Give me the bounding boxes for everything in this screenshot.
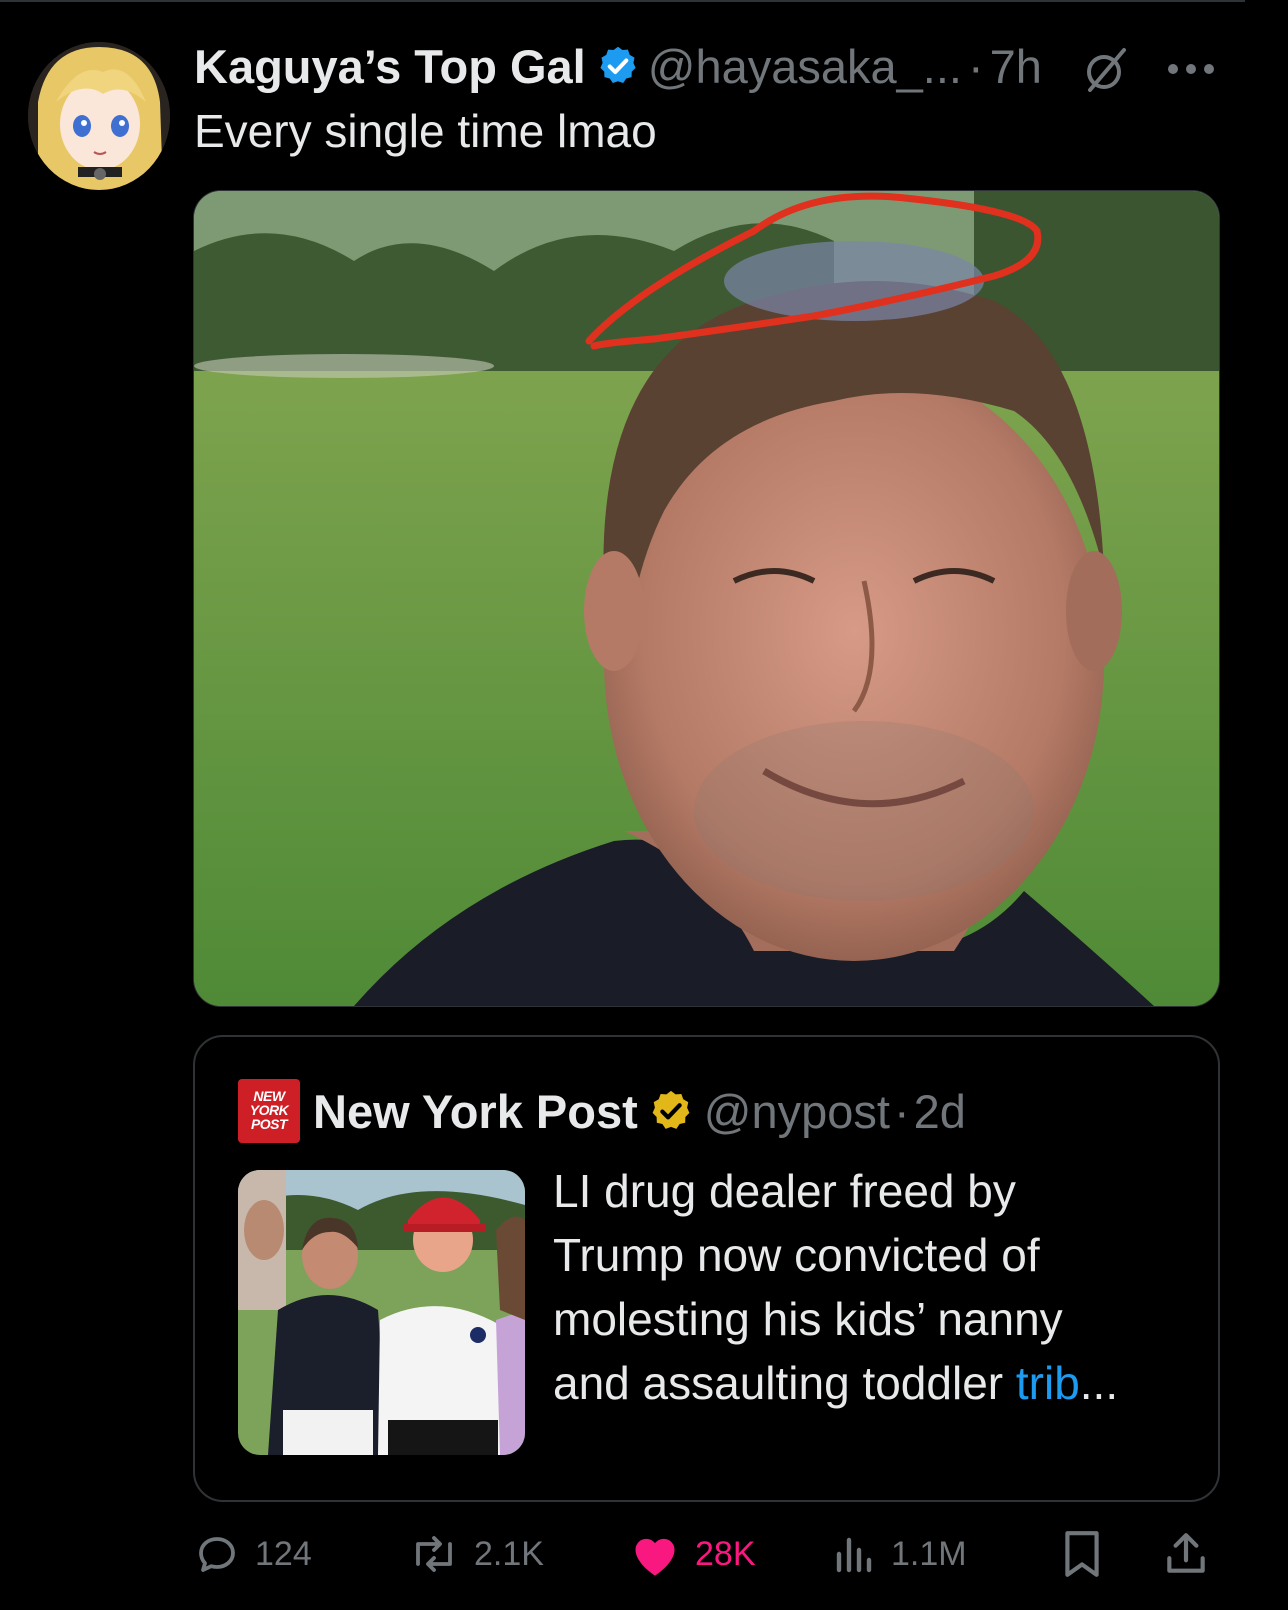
quoted-headline[interactable]: LI drug dealer freed by Trump now convic… [553,1159,1193,1415]
quoted-tweet[interactable]: NEW YORK POST New York Post @nypost · 2d [193,1035,1220,1502]
author-name[interactable]: Kaguya’s Top Gal [194,39,586,94]
article-link[interactable]: trib [1016,1357,1080,1409]
author-avatar[interactable] [28,42,170,190]
quoted-header: New York Post @nypost · 2d [313,1079,966,1143]
grok-icon[interactable] [1082,46,1130,94]
verified-blue-icon [600,46,636,84]
author-handle[interactable]: @hayasaka_... [648,39,962,94]
heart-icon [635,1538,675,1576]
nypost-logo[interactable]: NEW YORK POST [238,1079,300,1143]
repost-button[interactable]: 2.1K [408,1528,544,1580]
views-icon [836,1537,872,1573]
like-button[interactable]: 28K [629,1528,756,1580]
share-button[interactable] [1163,1528,1223,1580]
views-count: 1.1M [891,1534,967,1573]
bookmark-icon [1065,1531,1099,1577]
like-count: 28K [695,1534,756,1573]
reply-count: 124 [255,1534,312,1573]
top-divider [0,0,1245,2]
separator-dot: · [967,39,984,93]
tweet-time[interactable]: 7h [990,39,1042,94]
reply-button[interactable]: 124 [193,1528,312,1580]
repost-count: 2.1K [474,1534,544,1573]
repost-icon [416,1536,452,1572]
tweet-text: Every single time lmao [194,105,657,157]
verified-gold-icon [652,1090,690,1129]
action-bar: 124 2.1K 28K 1.1M [193,1528,1223,1580]
quoted-time[interactable]: 2d [914,1084,966,1139]
views-button[interactable]: 1.1M [833,1528,967,1580]
separator-dot: · [893,1084,910,1138]
quoted-handle[interactable]: @nypost [704,1084,890,1139]
quoted-author-name[interactable]: New York Post [313,1084,638,1139]
bookmark-button[interactable] [1061,1528,1117,1580]
article-thumbnail[interactable] [238,1170,525,1455]
tweet-photo[interactable] [193,190,1220,1007]
more-dots-icon[interactable] [1166,62,1216,76]
tweet-header: Kaguya’s Top Gal @hayasaka_... · 7h [194,36,1042,96]
share-icon [1167,1533,1205,1573]
reply-icon [199,1537,235,1572]
